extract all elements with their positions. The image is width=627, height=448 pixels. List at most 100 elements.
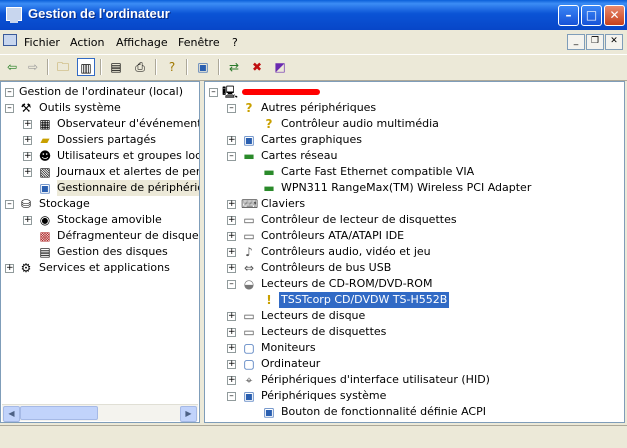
defrag-icon: ▩ bbox=[39, 229, 51, 243]
collapse-icon[interactable]: – bbox=[5, 88, 14, 97]
expand-icon[interactable]: + bbox=[227, 360, 236, 369]
shared-folder-icon: ▰ bbox=[40, 133, 50, 147]
mdi-close-button[interactable]: ✕ bbox=[605, 34, 623, 50]
mdi-restore-button[interactable]: ❐ bbox=[586, 34, 604, 50]
expand-icon[interactable]: + bbox=[227, 216, 236, 225]
expand-icon[interactable]: + bbox=[227, 312, 236, 321]
collapse-icon[interactable]: – bbox=[5, 200, 14, 209]
performance-icon: ▧ bbox=[39, 165, 51, 179]
expand-icon[interactable]: + bbox=[227, 248, 236, 257]
monitor-icon: ▢ bbox=[243, 341, 255, 355]
toolbar-separator bbox=[100, 59, 102, 75]
expand-icon[interactable]: + bbox=[227, 232, 236, 241]
scroll-right-button[interactable]: ▶ bbox=[180, 406, 197, 422]
disk-management-icon: ▤ bbox=[39, 245, 51, 259]
usb-icon: ⇔ bbox=[243, 261, 255, 275]
show-hide-tree-icon[interactable]: ▥ bbox=[77, 58, 95, 76]
cdrom-icon: ◒ bbox=[243, 277, 255, 291]
console-tree-pane[interactable]: – Gestion de l'ordinateur (local) – ⚒ Ou… bbox=[0, 81, 200, 423]
minimize-button[interactable]: – bbox=[558, 5, 579, 26]
maximize-button[interactable]: □ bbox=[581, 5, 602, 26]
expand-icon[interactable]: + bbox=[227, 376, 236, 385]
menu-action[interactable]: Action bbox=[70, 36, 104, 49]
status-bar bbox=[0, 425, 627, 448]
update-driver-icon[interactable]: ⇄ bbox=[225, 58, 243, 76]
expand-icon[interactable]: + bbox=[23, 120, 32, 129]
expand-icon[interactable]: + bbox=[227, 136, 236, 145]
services-icon: ⚙ bbox=[20, 261, 32, 275]
acpi-button-icon: ▣ bbox=[263, 405, 275, 419]
network-card-icon: ▬ bbox=[263, 181, 275, 195]
menu-help[interactable]: ? bbox=[232, 36, 238, 49]
help-icon[interactable]: ? bbox=[163, 58, 181, 76]
scan-hardware-icon[interactable]: ▣ bbox=[194, 58, 212, 76]
disable-device-icon[interactable]: ✖ bbox=[248, 58, 266, 76]
toolbar-separator bbox=[218, 59, 220, 75]
document-icon[interactable] bbox=[3, 34, 17, 46]
up-folder-icon[interactable]: 🗀 bbox=[54, 58, 72, 76]
menu-fichier[interactable]: Fichier bbox=[24, 36, 60, 49]
mdi-controls: _ ❐ ✕ bbox=[566, 33, 623, 50]
horizontal-scrollbar[interactable]: ◀ ▶ bbox=[2, 404, 198, 422]
collapse-icon[interactable]: – bbox=[227, 152, 236, 161]
print-icon[interactable]: ⎙ bbox=[131, 58, 149, 76]
ide-controller-icon: ▭ bbox=[243, 229, 255, 243]
forward-arrow-icon[interactable]: ⇨ bbox=[24, 58, 42, 76]
window-title: Gestion de l'ordinateur bbox=[28, 6, 170, 21]
storage-icon: ⛁ bbox=[20, 197, 32, 211]
tree-item-computer-root[interactable]: – 🖳 bbox=[207, 84, 407, 100]
expand-icon[interactable]: + bbox=[23, 216, 32, 225]
properties-icon[interactable]: ▤ bbox=[107, 58, 125, 76]
expand-icon[interactable]: + bbox=[227, 200, 236, 209]
users-icon: ☻ bbox=[38, 149, 52, 163]
expand-icon[interactable]: + bbox=[227, 344, 236, 353]
toolbar-separator bbox=[47, 59, 49, 75]
uninstall-device-icon[interactable]: ◩ bbox=[271, 58, 289, 76]
warning-icon: ? bbox=[265, 117, 273, 131]
removable-storage-icon: ◉ bbox=[39, 213, 51, 227]
computer-management-icon bbox=[6, 7, 22, 23]
event-viewer-icon: ▦ bbox=[39, 117, 51, 131]
back-arrow-icon[interactable]: ⇦ bbox=[3, 58, 21, 76]
network-card-icon: ▬ bbox=[263, 165, 275, 179]
device-manager-icon: ▣ bbox=[39, 181, 51, 195]
title-bar[interactable]: Gestion de l'ordinateur – □ ✕ bbox=[0, 0, 627, 30]
expand-icon[interactable]: + bbox=[23, 168, 32, 177]
collapse-icon[interactable]: – bbox=[5, 104, 14, 113]
floppy-drive-icon: ▭ bbox=[243, 325, 255, 339]
expand-icon[interactable]: + bbox=[227, 264, 236, 273]
unknown-device-icon: ? bbox=[245, 101, 253, 115]
expand-icon[interactable]: + bbox=[227, 328, 236, 337]
toolbar: ⇦ ⇨ 🗀 ▥ ▤ ⎙ ? ▣ ⇄ ✖ ◩ bbox=[0, 54, 627, 81]
collapse-icon[interactable]: – bbox=[227, 392, 236, 401]
display-adapter-icon: ▣ bbox=[243, 133, 255, 147]
network-adapter-icon: ▬ bbox=[243, 149, 255, 163]
expand-icon[interactable]: + bbox=[23, 136, 32, 145]
expand-icon[interactable]: + bbox=[23, 152, 32, 161]
hid-icon: ⌖ bbox=[245, 373, 253, 387]
computer-icon: 🖳 bbox=[222, 85, 239, 99]
menu-affichage[interactable]: Affichage bbox=[116, 36, 168, 49]
menu-fenetre[interactable]: Fenêtre bbox=[178, 36, 220, 49]
sound-icon: ♪ bbox=[245, 245, 253, 259]
scroll-left-button[interactable]: ◀ bbox=[3, 406, 20, 422]
device-tree-pane[interactable]: – 🖳 – ? Autres périphériques ? Contrôleu… bbox=[204, 81, 625, 423]
disk-drive-icon: ▭ bbox=[243, 309, 255, 323]
collapse-icon[interactable]: – bbox=[227, 280, 236, 289]
collapse-icon[interactable]: – bbox=[209, 88, 218, 97]
mdi-minimize-button[interactable]: _ bbox=[567, 34, 585, 50]
cdrom-warning-icon: ! bbox=[266, 293, 272, 307]
close-button[interactable]: ✕ bbox=[604, 5, 625, 26]
redacted-marker bbox=[242, 89, 320, 95]
collapse-icon[interactable]: – bbox=[227, 104, 236, 113]
menu-bar: Fichier Action Affichage Fenêtre ? _ ❐ ✕ bbox=[0, 30, 627, 53]
scroll-thumb[interactable] bbox=[20, 406, 98, 420]
toolbar-separator bbox=[155, 59, 157, 75]
expand-icon[interactable]: + bbox=[5, 264, 14, 273]
tools-icon: ⚒ bbox=[20, 101, 32, 115]
floppy-controller-icon: ▭ bbox=[243, 213, 255, 227]
toolbar-separator bbox=[186, 59, 188, 75]
system-devices-icon: ▣ bbox=[243, 389, 255, 403]
keyboard-icon: ⌨ bbox=[241, 197, 259, 211]
computer-icon: ▢ bbox=[243, 357, 255, 371]
